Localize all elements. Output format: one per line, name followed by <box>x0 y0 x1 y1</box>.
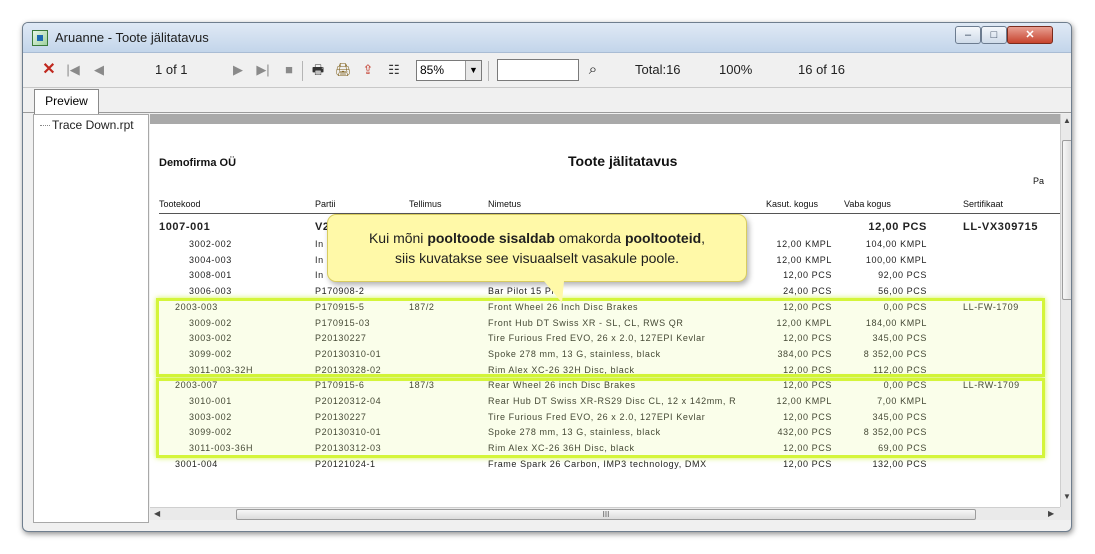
callout-line2: siis kuvatakse see visuaalselt vasakule … <box>394 250 680 266</box>
company-name: Demofirma OÜ <box>159 157 237 169</box>
cell-code: 3004-003 <box>189 254 232 265</box>
cell-code: 3008-001 <box>189 270 232 281</box>
callout-text: omakorda <box>554 230 625 246</box>
scroll-down-icon[interactable]: ▼ <box>1063 492 1071 501</box>
column-header: Tootekood <box>159 199 201 209</box>
report-page: Demofirma OÜ Toote jälitatavus Pa Tootek… <box>150 114 1060 507</box>
report-row: 3001-004 P20121024-1 Frame Spark 26 Carbon… <box>150 459 1060 474</box>
cell-free: 12,00 PCS <box>868 221 927 233</box>
next-page-icon[interactable]: ▶ <box>230 62 246 78</box>
cell-code: 1007-001 <box>159 221 211 233</box>
vertical-scroll-thumb[interactable] <box>1062 140 1071 300</box>
close-report-icon[interactable]: ✕ <box>41 62 57 78</box>
cell-code: 3002-002 <box>189 239 232 249</box>
cell-free: 104,00 KMPL <box>865 239 927 249</box>
cell-used: 12,00 PCS <box>783 458 832 469</box>
report-toolbar: ✕ |◀ ◀ 1 of 1 ▶ ▶| ■ 🖶 🖨 ⇪ ☷ 85% ▼ ⌕ Tot… <box>23 53 1071 88</box>
tab-preview[interactable]: Preview <box>34 89 99 114</box>
maximize-button[interactable]: □ <box>981 26 1007 44</box>
highlight-rear-wheel <box>156 378 1045 458</box>
stop-icon[interactable]: ■ <box>281 62 297 78</box>
cell-free: 92,00 PCS <box>878 270 927 281</box>
report-window: Aruanne - Toote jälitatavus – □ ✕ ✕ |◀ ◀… <box>22 22 1072 532</box>
horizontal-scrollbar[interactable]: ◀ III ▶ <box>150 507 1060 520</box>
cell-code: 3001-004 <box>175 458 218 469</box>
percent-label: 100% <box>719 62 753 77</box>
close-button[interactable]: ✕ <box>1007 26 1053 44</box>
app-icon <box>32 30 48 46</box>
column-header: Tellimus <box>409 199 442 209</box>
cell-lot: P20121024-1 <box>315 458 376 469</box>
callout-text: , <box>701 230 706 246</box>
scroll-left-icon[interactable]: ◀ <box>154 509 160 518</box>
window-title: Aruanne - Toote jälitatavus <box>55 30 209 45</box>
cell-code: 3006-003 <box>189 286 232 297</box>
callout-text: Kui mõni <box>368 230 428 246</box>
tab-bar: Preview <box>23 89 1071 114</box>
last-page-icon[interactable]: ▶| <box>255 62 271 78</box>
tree-line <box>40 125 50 127</box>
group-tree-icon[interactable]: ☷ <box>386 62 402 78</box>
page-indicator: 1 of 1 <box>155 62 188 77</box>
toolbar-separator <box>302 61 303 81</box>
column-header: Sertifikaat <box>963 199 1004 209</box>
first-page-icon[interactable]: |◀ <box>65 62 81 78</box>
report-title: Toote jälitatavus <box>568 153 678 169</box>
scroll-up-icon[interactable]: ▲ <box>1063 116 1071 125</box>
callout-bold: pooltooteid <box>624 230 702 246</box>
callout-bold: pooltoode sisaldab <box>427 230 555 246</box>
prev-page-icon[interactable]: ◀ <box>91 62 107 78</box>
tree-item[interactable]: Trace Down.rpt <box>40 118 134 132</box>
zoom-value: 85% <box>420 63 445 77</box>
minimize-button[interactable]: – <box>955 26 981 44</box>
cell-free: 56,00 PCS <box>878 286 927 297</box>
binoculars-icon[interactable]: ⌕ <box>585 62 601 78</box>
cell-used: 12,00 KMPL <box>776 239 832 249</box>
cell-free: 132,00 PCS <box>872 458 927 469</box>
record-count: 16 of 16 <box>798 62 845 77</box>
cell-lot: P170908-2 <box>315 286 365 297</box>
cell-lot: In <box>315 270 324 281</box>
chevron-down-icon[interactable]: ▼ <box>465 61 481 80</box>
vertical-scrollbar[interactable]: ▲ ▼ <box>1060 114 1071 507</box>
cell-used: 12,00 KMPL <box>776 254 832 265</box>
group-tree-panel: Trace Down.rpt <box>33 114 149 523</box>
total-count: Total:16 <box>635 62 681 77</box>
page-label: Pa <box>1033 176 1045 186</box>
zoom-select[interactable]: 85% ▼ <box>416 60 482 81</box>
scroll-right-icon[interactable]: ▶ <box>1048 509 1054 518</box>
tree-item-label: Trace Down.rpt <box>52 118 134 132</box>
highlight-front-wheel <box>156 298 1045 377</box>
resize-grip[interactable] <box>1060 507 1071 520</box>
cell-lot: In <box>315 239 324 249</box>
cell-used: 24,00 PCS <box>783 286 832 297</box>
cell-lot: In <box>315 254 324 265</box>
report-top-bar <box>150 115 1060 124</box>
print-icon[interactable]: 🖶 <box>310 62 326 78</box>
horizontal-scroll-thumb[interactable]: III <box>236 509 976 520</box>
column-header: Partii <box>315 199 336 209</box>
cell-used: 12,00 PCS <box>783 270 832 281</box>
callout-note: Kui mõni pooltoode sisaldab omakorda poo… <box>327 214 747 282</box>
cell-cert: LL-VX309715 <box>963 221 1039 233</box>
title-bar: Aruanne - Toote jälitatavus – □ ✕ <box>23 23 1071 53</box>
search-input[interactable] <box>497 59 579 81</box>
column-header: Vaba kogus <box>844 199 891 209</box>
cell-name: Frame Spark 26 Carbon, IMP3 technology, … <box>488 458 707 469</box>
column-header: Kasut. kogus <box>766 199 819 209</box>
cell-free: 100,00 KMPL <box>865 254 927 265</box>
export-icon[interactable]: ⇪ <box>360 62 376 78</box>
column-header: Nimetus <box>488 199 522 209</box>
print-setup-icon[interactable]: 🖨 <box>335 62 352 78</box>
toolbar-separator <box>488 61 489 81</box>
